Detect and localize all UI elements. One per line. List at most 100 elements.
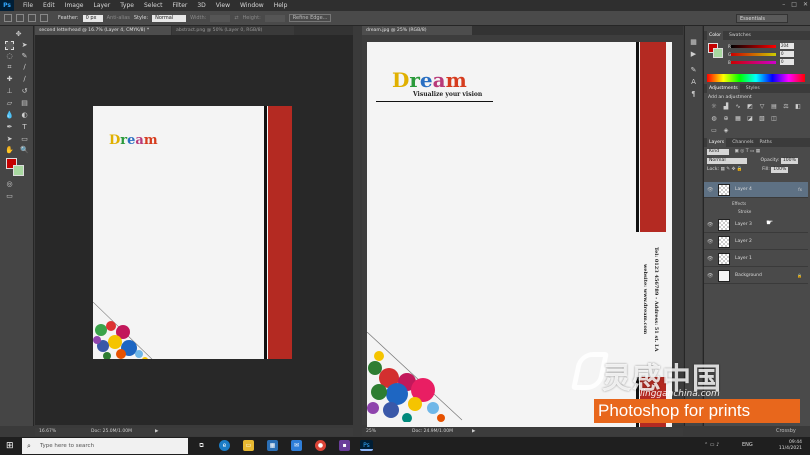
posterize-icon[interactable]: ▧	[758, 115, 766, 122]
quick-select-tool-icon[interactable]: ✎	[20, 52, 29, 61]
tray-icons[interactable]: ⌃ ▭ ♪	[704, 442, 719, 448]
width-input[interactable]	[210, 14, 231, 22]
quick-mask-icon[interactable]: ◎	[5, 180, 14, 189]
vibrance-icon[interactable]: ▽	[758, 103, 766, 110]
eye-icon[interactable]: 👁	[707, 187, 713, 193]
levels-icon[interactable]: ▟	[722, 103, 730, 110]
antialias-checkbox[interactable]: Anti-alias	[107, 15, 130, 21]
opacity-input[interactable]: 100%	[780, 158, 798, 164]
move-tool-icon[interactable]: ✥	[14, 30, 23, 39]
layer-name[interactable]: Layer 2	[735, 239, 752, 244]
layer-name[interactable]: Layer 1	[735, 256, 752, 261]
selective-color-icon[interactable]: ◈	[722, 127, 730, 134]
curves-icon[interactable]: ∿	[734, 103, 742, 110]
color-spectrum[interactable]	[707, 74, 805, 82]
blend-mode-select[interactable]: Normal	[707, 158, 747, 164]
path-select-tool-icon[interactable]: ➤	[5, 135, 14, 144]
red-value[interactable]: 204	[780, 43, 794, 49]
exposure-icon[interactable]: ◩	[746, 103, 754, 110]
chrome-icon[interactable]: ●	[315, 440, 326, 451]
filter-icons[interactable]: ▣ ◎ T ▭ ▦	[734, 149, 760, 154]
menu-select[interactable]: Select	[139, 2, 168, 9]
gradient-map-icon[interactable]: ▭	[710, 127, 718, 134]
tab-paths[interactable]: Paths	[759, 140, 772, 145]
history-brush-tool-icon[interactable]: ↺	[20, 87, 29, 96]
crop-tool-icon[interactable]: ⌗	[5, 63, 14, 72]
layer-row-background[interactable]: 👁 Background 🔒	[704, 268, 808, 284]
layer-name[interactable]: Layer 3	[735, 222, 752, 227]
fill-input[interactable]: 100%	[771, 167, 789, 173]
tab-color[interactable]: Color	[707, 31, 723, 40]
maximize-icon[interactable]: □	[791, 1, 797, 8]
move-arrow-icon[interactable]: ➤	[20, 41, 29, 50]
menu-view[interactable]: View	[211, 2, 235, 9]
tab-dream[interactable]: dream.jpg @ 25% (RGB/8)	[362, 26, 472, 35]
eye-icon[interactable]: 👁	[707, 273, 713, 279]
black-white-icon[interactable]: ◧	[794, 103, 802, 110]
add-selection-icon[interactable]	[28, 14, 36, 22]
eye-icon[interactable]: 👁	[707, 256, 713, 262]
menu-type[interactable]: Type	[115, 2, 139, 9]
layer-row-layer-4[interactable]: 👁 Layer 4 fx	[704, 182, 808, 198]
layer-name[interactable]: Background	[735, 273, 762, 278]
tab-styles[interactable]: Styles	[746, 86, 760, 91]
menu-file[interactable]: File	[18, 2, 38, 9]
app-icon[interactable]: ▪	[339, 440, 350, 451]
menu-window[interactable]: Window	[235, 2, 269, 9]
layer-kind-select[interactable]: Kind	[707, 149, 729, 155]
menu-edit[interactable]: Edit	[38, 2, 60, 9]
file-explorer-icon[interactable]: ▭	[243, 440, 254, 451]
subtract-selection-icon[interactable]	[40, 14, 48, 22]
eyedropper-tool-icon[interactable]: ∕	[20, 63, 29, 72]
layer-row-layer-1[interactable]: 👁 Layer 1	[704, 251, 808, 267]
task-view-icon[interactable]: ⧉	[196, 440, 207, 451]
edge-icon[interactable]: e	[219, 440, 230, 451]
brush-tool-icon[interactable]: ∕	[20, 75, 29, 84]
tab-layers[interactable]: Layers	[707, 138, 727, 147]
stroke-effect-row[interactable]: Stroke	[738, 209, 751, 214]
store-icon[interactable]: ▦	[267, 440, 278, 451]
shape-tool-icon[interactable]: ▭	[20, 135, 29, 144]
brush-panel-icon[interactable]: ✎	[689, 66, 698, 75]
blue-value[interactable]: 0	[780, 59, 794, 65]
new-selection-icon[interactable]	[16, 14, 24, 22]
paragraph-panel-icon[interactable]: ¶	[689, 90, 698, 99]
photo-filter-icon[interactable]: ◍	[710, 115, 718, 122]
eye-icon[interactable]: 👁	[707, 222, 713, 228]
clock[interactable]: 09:44 11/4/2021	[779, 440, 802, 452]
lasso-tool-icon[interactable]: ◌	[5, 52, 14, 61]
green-slider[interactable]: G 0	[728, 51, 806, 57]
hand-tool-icon[interactable]: ✋	[5, 146, 14, 155]
history-panel-icon[interactable]: ▦	[689, 38, 698, 47]
photoshop-taskbar-icon[interactable]: Ps	[360, 440, 373, 451]
color-bg-swatch[interactable]	[713, 48, 723, 58]
red-slider[interactable]: R 204	[728, 43, 806, 49]
green-value[interactable]: 0	[780, 51, 794, 57]
menu-3d[interactable]: 3D	[192, 2, 210, 9]
color-balance-icon[interactable]: ⚖	[782, 103, 790, 110]
menu-help[interactable]: Help	[269, 2, 293, 9]
style-select[interactable]: Normal	[152, 14, 187, 22]
refine-edge-button[interactable]: Refine Edge...	[288, 14, 332, 22]
layer-row-layer-3[interactable]: 👁 Layer 3	[704, 217, 808, 233]
eye-icon[interactable]: 👁	[707, 239, 713, 245]
layer-row-layer-2[interactable]: 👁 Layer 2	[704, 234, 808, 250]
channel-mixer-icon[interactable]: ⊕	[722, 115, 730, 122]
fx-icon[interactable]: fx	[798, 187, 802, 192]
effects-row[interactable]: Effects	[732, 201, 746, 206]
hue-sat-icon[interactable]: ▤	[770, 103, 778, 110]
minimize-icon[interactable]: –	[782, 1, 785, 8]
tab-swatches[interactable]: Swatches	[729, 33, 751, 38]
menu-image[interactable]: Image	[60, 2, 89, 9]
dodge-tool-icon[interactable]: ◐	[20, 111, 29, 120]
eraser-tool-icon[interactable]: ▱	[5, 99, 14, 108]
blue-slider[interactable]: B 0	[728, 59, 806, 65]
invert-icon[interactable]: ◪	[746, 115, 754, 122]
brightness-icon[interactable]: ☼	[710, 103, 718, 110]
layer-name[interactable]: Layer 4	[735, 187, 752, 192]
marquee-tool-icon[interactable]	[4, 14, 12, 22]
language-indicator[interactable]: ENG	[742, 442, 753, 448]
actions-panel-icon[interactable]: ▶	[689, 50, 698, 59]
background-color-swatch[interactable]	[13, 165, 24, 176]
pen-tool-icon[interactable]: ✒	[5, 123, 14, 132]
